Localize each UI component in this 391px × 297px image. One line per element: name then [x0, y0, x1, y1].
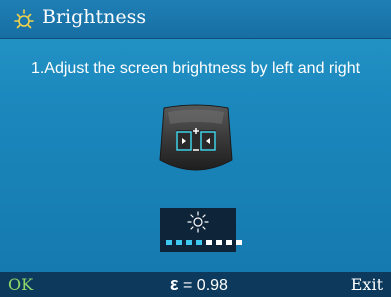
brightness-level-bar	[166, 240, 242, 246]
brightness-sun-icon	[14, 9, 34, 29]
instruction-text: 1.Adjust the screen brightness by left a…	[30, 60, 361, 77]
brightness-level-cell	[166, 240, 172, 245]
epsilon-readout: ε = 0.98	[170, 274, 228, 295]
brightness-level-cell	[176, 240, 182, 245]
page-title: Brightness	[42, 6, 147, 28]
brightness-level-cell	[206, 240, 212, 245]
ok-button[interactable]: OK	[8, 275, 33, 294]
epsilon-symbol: ε	[170, 274, 179, 294]
brightness-level-cell	[226, 240, 232, 245]
brightness-level-cell	[236, 240, 242, 245]
bottom-bar: OK ε = 0.98 Exit	[0, 272, 391, 297]
brightness-level-cell	[196, 240, 202, 245]
epsilon-value: = 0.98	[183, 277, 228, 294]
title-bar: Brightness	[0, 0, 391, 39]
brightness-screen: Brightness 1.Adjust the screen brightnes…	[0, 0, 391, 297]
exit-button[interactable]: Exit	[351, 275, 383, 294]
brightness-level-cell	[186, 240, 192, 245]
brightness-indicator	[160, 208, 242, 252]
sun-icon	[187, 211, 209, 233]
keypad-left-right-icon	[159, 104, 233, 171]
brightness-level-cell	[216, 240, 222, 245]
